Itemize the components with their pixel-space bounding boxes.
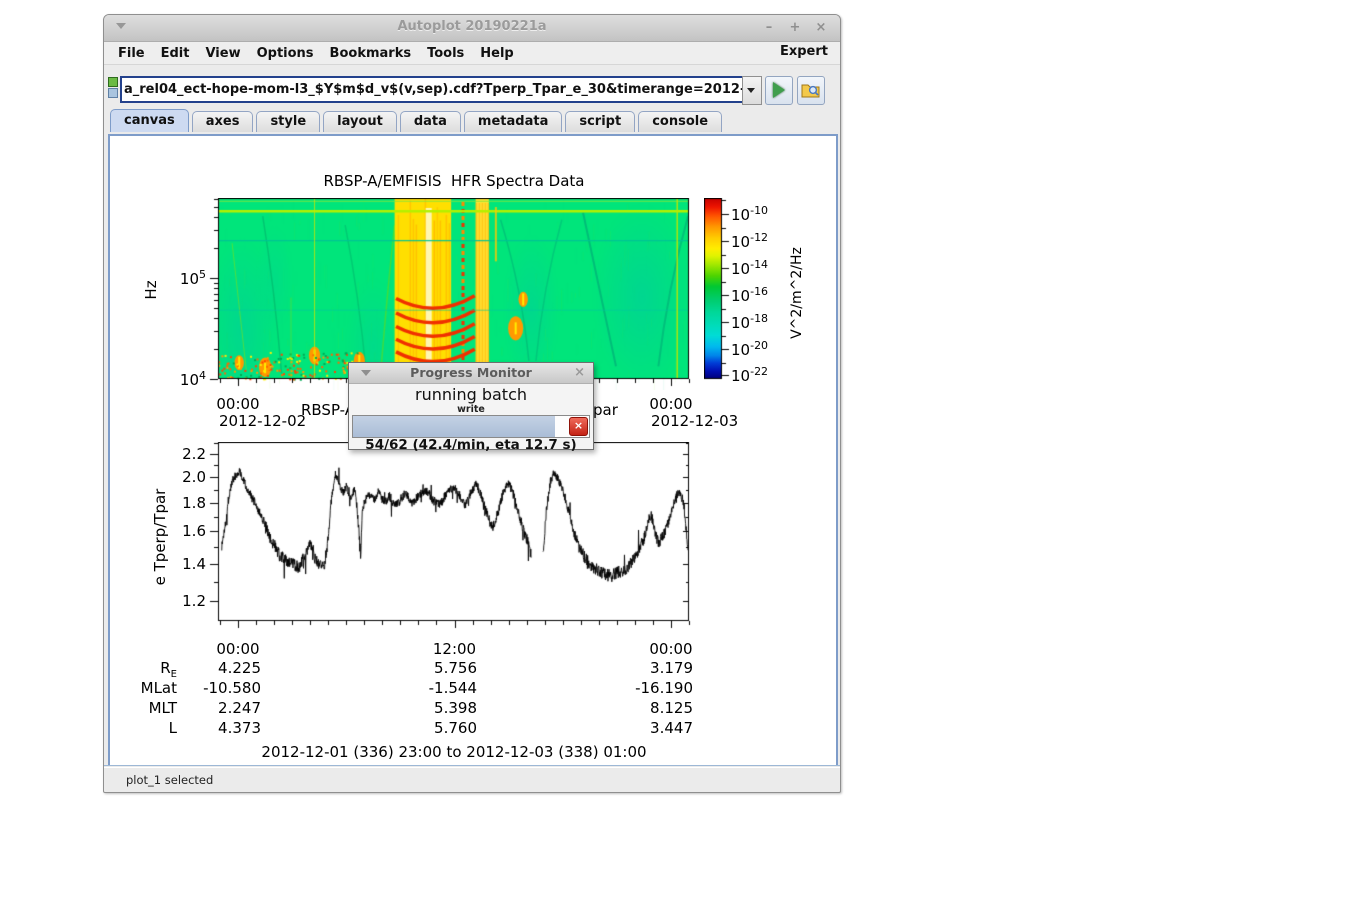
autoplot-window: Autoplot 20190221a – + × FileEditViewOpt… xyxy=(103,14,841,793)
progress-status-text: 54/62 (42.4/min, eta 12.7 s) xyxy=(349,437,593,453)
title-bar[interactable]: Autoplot 20190221a – + × xyxy=(104,15,840,42)
plot-go-button[interactable] xyxy=(765,76,793,105)
chevron-down-icon xyxy=(747,88,755,93)
occluded-title-right-fragment: par xyxy=(593,401,653,419)
window-title: Autoplot 20190221a xyxy=(104,19,840,34)
lineplot-canvas[interactable] xyxy=(196,442,709,632)
plot-area: RBSP-A/EMFISIS HFR Spectra Data Hz V^2/m… xyxy=(110,136,832,763)
folder-search-icon xyxy=(801,81,821,99)
colorbar-tick-label: 10-16 xyxy=(731,285,791,305)
menu-item-tools[interactable]: Tools xyxy=(419,44,472,63)
uri-input[interactable]: a_rel04_ect-hope-mom-l3_$Y$m$d_v$(v,sep)… xyxy=(120,76,744,103)
menu-bar: FileEditViewOptionsBookmarksToolsHelp Ex… xyxy=(104,42,840,65)
annotation-value: 2.247 xyxy=(151,699,261,717)
menu-item-view[interactable]: View xyxy=(197,44,248,63)
tab-data[interactable]: data xyxy=(400,111,461,132)
dialog-close-icon[interactable]: × xyxy=(574,363,585,383)
colorbar-canvas[interactable] xyxy=(704,198,734,390)
menu-item-help[interactable]: Help xyxy=(472,44,521,63)
progress-cancel-button[interactable]: × xyxy=(569,417,588,436)
progress-dialog-title-bar[interactable]: Progress Monitor × xyxy=(349,363,593,384)
x-icon: × xyxy=(574,419,583,432)
play-icon xyxy=(773,82,785,98)
annotation-value: 4.373 xyxy=(151,719,261,737)
annotation-value: 8.125 xyxy=(583,699,693,717)
hz-axis-label: Hz xyxy=(142,275,160,305)
minimize-button[interactable]: – xyxy=(760,19,778,37)
annotation-value: -10.580 xyxy=(151,679,261,697)
lineplot-y-tick-label: 1.6 xyxy=(160,522,206,540)
annotation-value: -1.544 xyxy=(367,679,477,697)
lineplot-y-tick-label: 1.4 xyxy=(160,555,206,573)
lineplot-y-tick-label: 1.8 xyxy=(160,494,206,512)
close-button[interactable]: × xyxy=(812,19,830,37)
progress-task-label: running batch xyxy=(349,385,593,404)
lineplot-x-tick-label: 12:00 xyxy=(420,640,490,658)
uri-dropdown-button[interactable] xyxy=(742,76,762,105)
tab-strip: canvasaxesstylelayoutdatametadatascriptc… xyxy=(110,109,834,134)
tab-script[interactable]: script xyxy=(565,111,635,132)
colorbar-tick-label: 10-18 xyxy=(731,312,791,332)
menu-item-bookmarks[interactable]: Bookmarks xyxy=(322,44,420,63)
plot-title: RBSP-A/EMFISIS HFR Spectra Data xyxy=(254,172,654,190)
progress-bar: × xyxy=(352,415,590,438)
inspect-file-button[interactable] xyxy=(797,76,825,105)
annotation-value: 3.179 xyxy=(583,659,693,677)
status-bar: plot_1 selected xyxy=(104,765,840,792)
occluded-title-left-fragment: RBSP-A xyxy=(299,401,355,419)
maximize-button[interactable]: + xyxy=(786,19,804,37)
canvas-panel: RBSP-A/EMFISIS HFR Spectra Data Hz V^2/m… xyxy=(108,134,838,769)
colorbar-unit-label: V^2/m^2/Hz xyxy=(789,228,805,358)
spectro-y-tick-label: 105 xyxy=(160,268,206,288)
expert-menu[interactable]: Expert xyxy=(780,44,828,59)
datasource-blue-square-icon xyxy=(108,88,118,98)
spectro-date-label: 2012-12-03 xyxy=(651,412,761,430)
menu-item-edit[interactable]: Edit xyxy=(153,44,198,63)
spectro-x-tick-label: 00:00 xyxy=(203,395,273,413)
tab-axes[interactable]: axes xyxy=(192,111,254,132)
status-text: plot_1 selected xyxy=(126,773,213,787)
annotation-value: 5.760 xyxy=(367,719,477,737)
colorbar-tick-label: 10-20 xyxy=(731,339,791,359)
lineplot-y-tick-label: 2.0 xyxy=(160,468,206,486)
colorbar-tick-label: 10-22 xyxy=(731,365,791,385)
lineplot-x-tick-label: 00:00 xyxy=(203,640,273,658)
lineplot-y-tick-label: 2.2 xyxy=(160,445,206,463)
annotation-value: -16.190 xyxy=(583,679,693,697)
spectro-y-tick-label: 104 xyxy=(160,369,206,389)
colorbar-tick-label: 10-10 xyxy=(731,204,791,224)
menu-item-options[interactable]: Options xyxy=(249,44,322,63)
annotation-value: 5.756 xyxy=(367,659,477,677)
progress-dialog-title: Progress Monitor xyxy=(410,365,532,380)
annotation-value: 4.225 xyxy=(151,659,261,677)
progress-bar-fill xyxy=(353,416,555,437)
tab-metadata[interactable]: metadata xyxy=(464,111,562,132)
lineplot-y-tick-label: 1.2 xyxy=(160,592,206,610)
colorbar-tick-label: 10-12 xyxy=(731,231,791,251)
uri-toolbar: a_rel04_ect-hope-mom-l3_$Y$m$d_v$(v,sep)… xyxy=(104,65,840,109)
annotation-value: 5.398 xyxy=(367,699,477,717)
tab-console[interactable]: console xyxy=(638,111,722,132)
datasource-green-square-icon xyxy=(108,77,118,87)
tab-style[interactable]: style xyxy=(256,111,320,132)
colorbar-tick-label: 10-14 xyxy=(731,258,791,278)
tab-canvas[interactable]: canvas xyxy=(110,109,189,132)
menu-item-file[interactable]: File xyxy=(110,44,153,63)
footer-timerange: 2012-12-01 (336) 23:00 to 2012-12-03 (33… xyxy=(204,743,704,761)
dialog-menu-chevron-down-icon[interactable] xyxy=(361,370,371,376)
annotation-value: 3.447 xyxy=(583,719,693,737)
progress-monitor-dialog: Progress Monitor × running batch write /… xyxy=(348,362,594,450)
tab-layout[interactable]: layout xyxy=(323,111,397,132)
lineplot-x-tick-label: 00:00 xyxy=(636,640,706,658)
